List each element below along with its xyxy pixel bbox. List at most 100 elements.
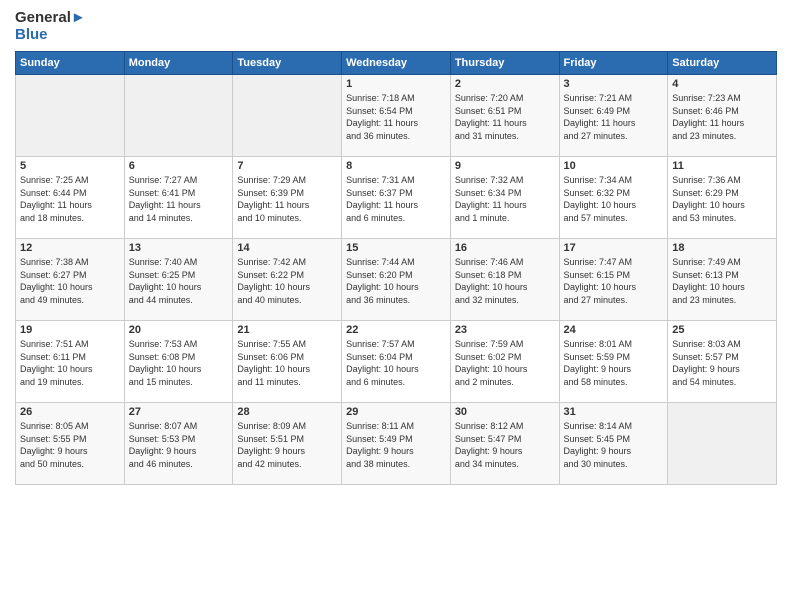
calendar-week-row: 1 Sunrise: 7:18 AM Sunset: 6:54 PM Daylig…	[16, 75, 777, 157]
day-of-week-header: Sunday	[16, 52, 125, 75]
day-info: Sunrise: 7:40 AM Sunset: 6:25 PM Dayligh…	[129, 256, 229, 306]
day-number: 15	[346, 242, 446, 254]
logo: General► Blue	[15, 10, 86, 43]
day-number: 25	[672, 324, 772, 336]
calendar-week-row: 19 Sunrise: 7:51 AM Sunset: 6:11 PM Dayli…	[16, 321, 777, 403]
page-container: General► Blue SundayMondayTuesdayWednesd…	[0, 0, 792, 490]
calendar-week-row: 5Sunrise: 7:25 AM Sunset: 6:44 PM Daylig…	[16, 157, 777, 239]
day-number: 24	[564, 324, 664, 336]
calendar-day-cell: 4 Sunrise: 7:23 AM Sunset: 6:46 PM Daylig…	[668, 75, 777, 157]
day-info: Sunrise: 7:59 AM Sunset: 6:02 PM Dayligh…	[455, 338, 555, 388]
day-info: Sunrise: 7:44 AM Sunset: 6:20 PM Dayligh…	[346, 256, 446, 306]
calendar-day-cell	[16, 75, 125, 157]
calendar-day-cell: 7Sunrise: 7:29 AM Sunset: 6:39 PM Daylig…	[233, 157, 342, 239]
day-number: 26	[20, 406, 120, 418]
calendar-body: 1 Sunrise: 7:18 AM Sunset: 6:54 PM Daylig…	[16, 75, 777, 485]
calendar-day-cell: 31 Sunrise: 8:14 AM Sunset: 5:45 PM Dayli…	[559, 403, 668, 485]
calendar-day-cell: 8 Sunrise: 7:31 AM Sunset: 6:37 PM Daylig…	[342, 157, 451, 239]
day-info: Sunrise: 8:12 AM Sunset: 5:47 PM Dayligh…	[455, 420, 555, 470]
calendar-day-cell: 24 Sunrise: 8:01 AM Sunset: 5:59 PM Dayli…	[559, 321, 668, 403]
day-number: 9	[455, 160, 555, 172]
day-info: Sunrise: 7:47 AM Sunset: 6:15 PM Dayligh…	[564, 256, 664, 306]
day-number: 29	[346, 406, 446, 418]
calendar-week-row: 12 Sunrise: 7:38 AM Sunset: 6:27 PM Dayli…	[16, 239, 777, 321]
day-number: 17	[564, 242, 664, 254]
day-info: Sunrise: 7:36 AM Sunset: 6:29 PM Dayligh…	[672, 174, 772, 224]
day-info: Sunrise: 7:42 AM Sunset: 6:22 PM Dayligh…	[237, 256, 337, 306]
calendar-day-cell: 13 Sunrise: 7:40 AM Sunset: 6:25 PM Dayli…	[124, 239, 233, 321]
day-number: 4	[672, 78, 772, 90]
calendar-day-cell: 28 Sunrise: 8:09 AM Sunset: 5:51 PM Dayli…	[233, 403, 342, 485]
day-number: 7	[237, 160, 337, 172]
logo-blue: Blue	[15, 27, 86, 44]
day-of-week-header: Thursday	[450, 52, 559, 75]
calendar-day-cell: 22 Sunrise: 7:57 AM Sunset: 6:04 PM Dayli…	[342, 321, 451, 403]
day-info: Sunrise: 7:31 AM Sunset: 6:37 PM Dayligh…	[346, 174, 446, 224]
day-info: Sunrise: 8:09 AM Sunset: 5:51 PM Dayligh…	[237, 420, 337, 470]
calendar-day-cell: 23 Sunrise: 7:59 AM Sunset: 6:02 PM Dayli…	[450, 321, 559, 403]
day-number: 20	[129, 324, 229, 336]
calendar-day-cell: 9Sunrise: 7:32 AM Sunset: 6:34 PM Daylig…	[450, 157, 559, 239]
day-number: 21	[237, 324, 337, 336]
day-info: Sunrise: 7:20 AM Sunset: 6:51 PM Dayligh…	[455, 92, 555, 142]
day-number: 18	[672, 242, 772, 254]
day-number: 1	[346, 78, 446, 90]
day-number: 3	[564, 78, 664, 90]
calendar-day-cell: 18Sunrise: 7:49 AM Sunset: 6:13 PM Dayli…	[668, 239, 777, 321]
calendar-day-cell: 5Sunrise: 7:25 AM Sunset: 6:44 PM Daylig…	[16, 157, 125, 239]
calendar-table: SundayMondayTuesdayWednesdayThursdayFrid…	[15, 51, 777, 485]
day-number: 13	[129, 242, 229, 254]
day-number: 11	[672, 160, 772, 172]
day-info: Sunrise: 7:23 AM Sunset: 6:46 PM Dayligh…	[672, 92, 772, 142]
day-number: 23	[455, 324, 555, 336]
day-info: Sunrise: 7:57 AM Sunset: 6:04 PM Dayligh…	[346, 338, 446, 388]
day-number: 22	[346, 324, 446, 336]
day-of-week-header: Monday	[124, 52, 233, 75]
calendar-day-cell: 29Sunrise: 8:11 AM Sunset: 5:49 PM Dayli…	[342, 403, 451, 485]
day-info: Sunrise: 7:55 AM Sunset: 6:06 PM Dayligh…	[237, 338, 337, 388]
day-number: 8	[346, 160, 446, 172]
day-info: Sunrise: 7:51 AM Sunset: 6:11 PM Dayligh…	[20, 338, 120, 388]
day-number: 30	[455, 406, 555, 418]
calendar-day-cell: 26 Sunrise: 8:05 AM Sunset: 5:55 PM Dayli…	[16, 403, 125, 485]
day-info: Sunrise: 7:21 AM Sunset: 6:49 PM Dayligh…	[564, 92, 664, 142]
day-info: Sunrise: 7:38 AM Sunset: 6:27 PM Dayligh…	[20, 256, 120, 306]
calendar-day-cell: 19 Sunrise: 7:51 AM Sunset: 6:11 PM Dayli…	[16, 321, 125, 403]
day-number: 5	[20, 160, 120, 172]
day-number: 31	[564, 406, 664, 418]
calendar-day-cell: 21 Sunrise: 7:55 AM Sunset: 6:06 PM Dayli…	[233, 321, 342, 403]
day-number: 2	[455, 78, 555, 90]
day-info: Sunrise: 7:34 AM Sunset: 6:32 PM Dayligh…	[564, 174, 664, 224]
day-info: Sunrise: 7:27 AM Sunset: 6:41 PM Dayligh…	[129, 174, 229, 224]
calendar-day-cell: 17 Sunrise: 7:47 AM Sunset: 6:15 PM Dayli…	[559, 239, 668, 321]
calendar-day-cell: 15 Sunrise: 7:44 AM Sunset: 6:20 PM Dayli…	[342, 239, 451, 321]
day-info: Sunrise: 8:05 AM Sunset: 5:55 PM Dayligh…	[20, 420, 120, 470]
day-number: 6	[129, 160, 229, 172]
day-number: 14	[237, 242, 337, 254]
calendar-day-cell: 1 Sunrise: 7:18 AM Sunset: 6:54 PM Daylig…	[342, 75, 451, 157]
calendar-day-cell: 6 Sunrise: 7:27 AM Sunset: 6:41 PM Daylig…	[124, 157, 233, 239]
day-number: 16	[455, 242, 555, 254]
day-info: Sunrise: 7:18 AM Sunset: 6:54 PM Dayligh…	[346, 92, 446, 142]
calendar-day-cell: 12 Sunrise: 7:38 AM Sunset: 6:27 PM Dayli…	[16, 239, 125, 321]
calendar-day-cell: 20Sunrise: 7:53 AM Sunset: 6:08 PM Dayli…	[124, 321, 233, 403]
day-number: 28	[237, 406, 337, 418]
logo-text-block: General► Blue	[15, 10, 86, 43]
day-of-week-header: Friday	[559, 52, 668, 75]
calendar-week-row: 26 Sunrise: 8:05 AM Sunset: 5:55 PM Dayli…	[16, 403, 777, 485]
calendar-day-cell: 14 Sunrise: 7:42 AM Sunset: 6:22 PM Dayli…	[233, 239, 342, 321]
day-info: Sunrise: 8:14 AM Sunset: 5:45 PM Dayligh…	[564, 420, 664, 470]
day-info: Sunrise: 8:01 AM Sunset: 5:59 PM Dayligh…	[564, 338, 664, 388]
day-info: Sunrise: 8:03 AM Sunset: 5:57 PM Dayligh…	[672, 338, 772, 388]
day-info: Sunrise: 7:46 AM Sunset: 6:18 PM Dayligh…	[455, 256, 555, 306]
calendar-day-cell: 10Sunrise: 7:34 AM Sunset: 6:32 PM Dayli…	[559, 157, 668, 239]
calendar-day-cell: 27Sunrise: 8:07 AM Sunset: 5:53 PM Dayli…	[124, 403, 233, 485]
day-number: 19	[20, 324, 120, 336]
calendar-day-cell: 2 Sunrise: 7:20 AM Sunset: 6:51 PM Daylig…	[450, 75, 559, 157]
calendar-header: SundayMondayTuesdayWednesdayThursdayFrid…	[16, 52, 777, 75]
calendar-day-cell: 16 Sunrise: 7:46 AM Sunset: 6:18 PM Dayli…	[450, 239, 559, 321]
calendar-day-cell: 30 Sunrise: 8:12 AM Sunset: 5:47 PM Dayli…	[450, 403, 559, 485]
day-info: Sunrise: 8:07 AM Sunset: 5:53 PM Dayligh…	[129, 420, 229, 470]
day-of-week-header: Saturday	[668, 52, 777, 75]
day-number: 12	[20, 242, 120, 254]
